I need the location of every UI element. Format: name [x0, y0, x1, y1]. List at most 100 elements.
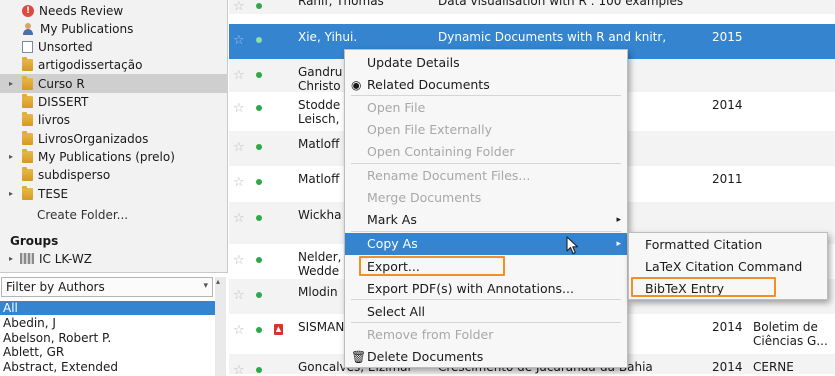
star-icon[interactable]: ☆: [233, 175, 245, 190]
read-status-dot-icon[interactable]: [256, 215, 262, 221]
author-list-item[interactable]: Abelson, Robert P.: [0, 331, 215, 345]
menu-item-copy-as[interactable]: Copy As ▸: [345, 233, 627, 255]
expand-arrow-icon[interactable]: ▸: [6, 152, 16, 161]
star-icon[interactable]: ☆: [233, 211, 245, 226]
filter-scrollbar[interactable]: ▴: [215, 277, 226, 376]
year-cell: 2014: [712, 360, 743, 374]
sidebar-item-livros[interactable]: livros: [0, 111, 228, 130]
sidebar-item-subdisperso[interactable]: subdisperso: [0, 166, 228, 185]
menu-item-rename-document-files[interactable]: Rename Document Files...: [345, 165, 627, 187]
document-row[interactable]: ☆ Rahlf, Thomas Data visualisation with R …: [229, 0, 835, 14]
published-in-cell: [753, 24, 833, 30]
read-status-dot-icon[interactable]: [256, 257, 262, 263]
star-icon[interactable]: ☆: [233, 0, 245, 14]
menu-item-label: Rename Document Files...: [367, 168, 531, 183]
menu-item-open-file[interactable]: Open File: [345, 97, 627, 119]
sidebar-item-unsorted[interactable]: Unsorted: [0, 38, 228, 57]
sidebar-item-label: Unsorted: [38, 40, 93, 55]
author-cell: Xie, Yihui.: [298, 24, 438, 44]
sidebar-item-dissert[interactable]: DISSERT: [0, 93, 228, 112]
sidebar-item-artigodisserta-o[interactable]: artigodissertação: [0, 56, 228, 75]
menu-item-export-pdf-s-with-annotations[interactable]: Export PDF(s) with Annotations...: [345, 278, 627, 300]
read-status-dot-icon[interactable]: [256, 3, 262, 9]
pdf-file-icon[interactable]: ▲: [274, 324, 283, 335]
star-icon[interactable]: ☆: [233, 140, 245, 155]
person-icon: [22, 22, 35, 35]
submenu-arrow-icon: ▸: [616, 239, 621, 249]
submenu-item-formatted-citation[interactable]: Formatted Citation: [629, 234, 827, 256]
chevron-down-icon: ▾: [203, 281, 208, 291]
year-cell: [712, 131, 752, 137]
menu-item-remove-from-folder[interactable]: Remove from Folder: [345, 324, 627, 346]
sidebar-item-livrosorganizados[interactable]: LivrosOrganizados: [0, 129, 228, 148]
context-menu: Update Details ◉ Related Documents Open Fil…: [344, 49, 628, 368]
menu-item-related-documents[interactable]: ◉ Related Documents: [345, 74, 627, 96]
create-folder-button[interactable]: Create Folder...: [0, 205, 228, 224]
related-documents-icon: ◉: [351, 78, 362, 92]
star-icon[interactable]: ☆: [233, 323, 245, 338]
star-icon[interactable]: ☆: [233, 33, 245, 48]
group-item-ic-lk-wz[interactable]: ▸ IC LK-WZ: [0, 249, 228, 268]
author-list-item[interactable]: Abstract, Extended: [0, 360, 215, 374]
sidebar-item-label: subdisperso: [38, 168, 111, 183]
filter-panel: Filter by Authors ▾ ▴ All Abedin, J Abelso…: [0, 272, 228, 376]
submenu-item-latex-citation-command[interactable]: LaTeX Citation Command: [629, 256, 827, 278]
sidebar-item-my-publications-prelo-[interactable]: ▸ My Publications (prelo): [0, 147, 228, 166]
group-item-label: IC LK-WZ: [39, 251, 92, 266]
folder-icon: [22, 57, 33, 72]
menu-item-label: Related Documents: [367, 77, 490, 92]
expand-arrow-icon[interactable]: ▸: [6, 254, 16, 263]
sidebar-item-my-publications[interactable]: My Publications: [0, 19, 228, 38]
year-cell: 2015: [712, 30, 743, 44]
sidebar-item-curso-r[interactable]: ▸ Curso R: [0, 74, 228, 94]
trash-icon: 🗑: [351, 350, 367, 364]
published-in-cell: [753, 92, 833, 98]
author-list-item[interactable]: All: [0, 301, 215, 315]
menu-separator: [351, 231, 621, 232]
expand-arrow-icon[interactable]: ▸: [6, 79, 16, 88]
author-list-item[interactable]: Ablett, GR: [0, 345, 215, 359]
title-cell: Dynamic Documents with R and knitr,: [438, 24, 713, 44]
star-icon[interactable]: ☆: [233, 288, 245, 303]
title-text: Dynamic Documents with R and knitr,: [438, 30, 667, 44]
filter-select-value: Filter by Authors: [6, 280, 105, 294]
menu-item-open-containing-folder[interactable]: Open Containing Folder: [345, 141, 627, 163]
sidebar-item-tese[interactable]: ▸ TESE: [0, 184, 228, 203]
read-status-dot-icon[interactable]: [256, 144, 262, 150]
star-icon[interactable]: ☆: [233, 101, 245, 116]
author-text: Xie, Yihui.: [298, 30, 358, 44]
read-status-dot-icon[interactable]: [256, 179, 262, 185]
menu-separator: [351, 163, 621, 164]
menu-item-delete-documents[interactable]: 🗑 Delete Documents: [345, 346, 627, 368]
year-cell: [712, 202, 752, 208]
author-text: Rahlf, Thomas: [298, 0, 384, 8]
read-status-dot-icon[interactable]: [256, 367, 262, 373]
read-status-dot-icon[interactable]: [256, 292, 262, 298]
folder-icon: [22, 148, 33, 163]
menu-item-label: Export PDF(s) with Annotations...: [367, 281, 574, 296]
menu-item-mark-as[interactable]: Mark As ▸: [345, 209, 627, 231]
published-in-cell: [753, 202, 833, 208]
scroll-up-icon[interactable]: ▴: [216, 277, 220, 286]
menu-item-select-all[interactable]: Select All: [345, 301, 627, 323]
document-icon: [22, 41, 33, 54]
menu-item-update-details[interactable]: Update Details: [345, 52, 627, 74]
sidebar-item-needs-review[interactable]: ! Needs Review: [0, 1, 228, 20]
star-icon[interactable]: ☆: [233, 68, 245, 83]
expand-arrow-icon[interactable]: ▸: [6, 189, 16, 198]
read-status-dot-icon[interactable]: [256, 105, 262, 111]
year-cell: 2014: [712, 320, 743, 334]
read-status-dot-icon[interactable]: [256, 37, 262, 43]
star-icon[interactable]: ☆: [233, 253, 245, 268]
menu-item-label: Open File Externally: [367, 122, 492, 137]
menu-item-open-file-externally[interactable]: Open File Externally: [345, 119, 627, 141]
folder-icon: [22, 167, 33, 182]
read-status-dot-icon[interactable]: [256, 327, 262, 333]
folder-icon: [22, 112, 33, 127]
filter-by-select[interactable]: Filter by Authors ▾: [1, 277, 213, 297]
submenu-item-label: Formatted Citation: [645, 237, 763, 252]
star-icon[interactable]: ☆: [233, 363, 245, 376]
read-status-dot-icon[interactable]: [256, 72, 262, 78]
menu-item-merge-documents[interactable]: Merge Documents: [345, 187, 627, 209]
author-list-item[interactable]: Abedin, J: [0, 316, 215, 330]
